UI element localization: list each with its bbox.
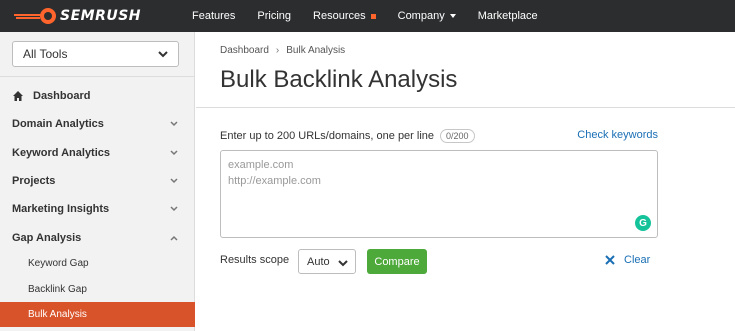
nav-features[interactable]: Features bbox=[181, 0, 246, 32]
urls-hint: Enter up to 200 URLs/domains, one per li… bbox=[220, 129, 475, 143]
sidebar-item-domain-analytics[interactable]: Domain Analytics bbox=[0, 110, 195, 138]
close-icon bbox=[605, 255, 615, 265]
breadcrumb-separator: › bbox=[275, 45, 280, 56]
check-keywords-link[interactable]: Check keywords bbox=[577, 129, 658, 141]
page-title: Bulk Backlink Analysis bbox=[220, 66, 458, 93]
top-navbar: SEMRUSH Features Pricing Resources Compa… bbox=[0, 0, 735, 32]
results-scope-value: Auto bbox=[307, 255, 330, 268]
nav-marketplace[interactable]: Marketplace bbox=[467, 0, 549, 32]
sidebar-item-keyword-analytics[interactable]: Keyword Analytics bbox=[0, 139, 195, 167]
top-nav: Features Pricing Resources Company Marke… bbox=[181, 0, 549, 32]
compare-button[interactable]: Compare bbox=[367, 249, 427, 274]
breadcrumb-current: Bulk Analysis bbox=[286, 45, 346, 56]
grammarly-icon[interactable]: G bbox=[635, 215, 651, 231]
breadcrumb-dashboard-link[interactable]: Dashboard bbox=[220, 45, 269, 56]
urls-placeholder: example.com http://example.com bbox=[228, 159, 321, 187]
tools-select[interactable]: All Tools bbox=[12, 41, 179, 67]
breadcrumb: Dashboard › Bulk Analysis bbox=[220, 45, 345, 56]
chevron-down-icon bbox=[170, 150, 178, 156]
chevron-up-icon bbox=[170, 235, 178, 241]
caret-down-icon bbox=[449, 14, 456, 18]
new-badge-dot bbox=[370, 13, 376, 19]
sidebar-subitem-keyword-gap[interactable]: Keyword Gap bbox=[0, 251, 195, 276]
sidebar-subitem-backlink-gap[interactable]: Backlink Gap bbox=[0, 277, 195, 302]
chevron-down-icon bbox=[170, 178, 178, 184]
sidebar: All Tools Dashboard Domain Analytics Key… bbox=[0, 32, 195, 331]
chevron-down-icon bbox=[170, 121, 178, 127]
sidebar-item-projects[interactable]: Projects bbox=[0, 167, 195, 195]
url-counter-badge: 0/200 bbox=[440, 129, 475, 143]
tools-select-value: All Tools bbox=[23, 47, 68, 61]
urls-hint-text: Enter up to 200 URLs/domains, one per li… bbox=[220, 130, 435, 142]
chevron-down-icon bbox=[170, 206, 178, 212]
results-scope-select[interactable]: Auto bbox=[298, 249, 356, 274]
nav-company[interactable]: Company bbox=[387, 0, 467, 32]
sidebar-subitem-bulk-analysis[interactable]: Bulk Analysis bbox=[0, 302, 195, 327]
brand-name: SEMRUSH bbox=[60, 8, 142, 24]
nav-pricing[interactable]: Pricing bbox=[246, 0, 302, 32]
sidebar-item-gap-analysis[interactable]: Gap Analysis bbox=[0, 224, 195, 252]
semrush-logo-icon bbox=[14, 8, 56, 24]
chevron-down-icon bbox=[158, 51, 168, 58]
clear-button[interactable]: Clear bbox=[604, 254, 650, 266]
home-icon bbox=[13, 91, 23, 101]
sidebar-item-dashboard[interactable]: Dashboard bbox=[0, 82, 195, 110]
semrush-logo[interactable]: SEMRUSH bbox=[12, 6, 141, 26]
results-scope-label: Results scope bbox=[220, 254, 290, 266]
chevron-down-icon bbox=[338, 260, 348, 267]
nav-resources[interactable]: Resources bbox=[302, 0, 387, 32]
sidebar-divider bbox=[0, 76, 195, 77]
header-divider bbox=[196, 107, 735, 108]
urls-textarea[interactable]: example.com http://example.com G bbox=[220, 150, 658, 238]
clear-label: Clear bbox=[624, 254, 651, 266]
sidebar-item-marketing-insights[interactable]: Marketing Insights bbox=[0, 195, 195, 223]
